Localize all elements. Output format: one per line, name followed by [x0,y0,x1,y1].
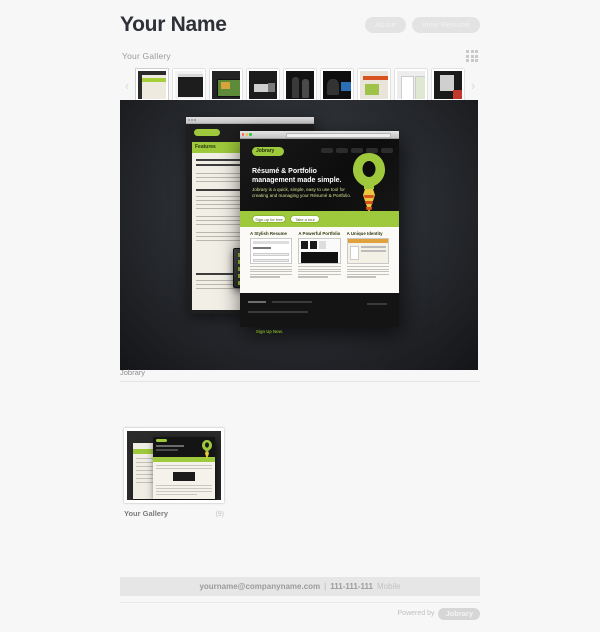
contact-phone: 111-111-111 [330,582,373,591]
mockup-tour-button: Take a tour [290,215,320,223]
column-screenshot [298,238,341,264]
gallery-bar: Your Gallery ‹ › [120,48,480,103]
contact-separator: | [324,582,327,591]
thumbnail-1[interactable] [135,68,169,102]
column-text [298,266,341,278]
column-heading: A Powerful Portfolio [298,231,341,236]
column-text [250,266,293,278]
gallery-card-count: (9) [215,511,224,518]
contact-bar: yourname@companyname.com | 111-111-111 M… [120,577,480,596]
next-arrow-icon[interactable]: › [466,79,480,92]
jobrary-logo [252,147,284,156]
section-divider [120,381,480,382]
column-screenshot [250,238,293,264]
page-header: Your Name About View Resume [120,8,480,42]
prev-arrow-icon[interactable]: ‹ [120,79,134,92]
thumbnail-strip: ‹ › [120,67,480,103]
mockup-front-window: Résumé & Portfolio management made simpl… [240,131,399,334]
gallery-bar-header: Your Gallery [120,48,480,64]
grid-cell [475,50,478,53]
thumbnail-list [134,68,466,102]
column-heading: A Stylish Resume [250,231,287,236]
portfolio-page: Your Name About View Resume Your Gallery… [0,0,600,632]
mockup-column-resume: A Stylish Resume [250,231,293,293]
thumbnail-3[interactable] [210,69,242,101]
page-title: Your Name [120,13,227,36]
gallery-card: Your Gallery (9) [124,428,224,518]
back-window-logo [194,129,220,136]
contact-email[interactable]: yourname@companyname.com [199,582,320,591]
mockup-headline: Résumé & Portfolio management made simpl… [252,168,342,184]
grid-cell [466,50,469,53]
gallery-bar-label: Your Gallery [122,51,171,61]
grid-cell [470,50,474,53]
grid-cell [466,59,469,62]
about-button[interactable]: About [365,17,406,33]
thumbnail-4[interactable] [247,69,279,101]
back-window-chrome [186,117,314,124]
powered-by-label: Powered by [397,610,435,618]
jobrary-mascot-icon [353,153,385,211]
grid-cell [470,54,474,58]
column-screenshot [346,238,389,264]
gallery-card-thumbnail[interactable] [124,428,224,503]
front-window-chrome [240,131,399,139]
address-bar [286,133,391,138]
grid-cell [475,54,478,58]
powered-by: Powered by Jobrary [398,608,480,620]
grid-view-icon[interactable] [466,50,478,62]
mockup-subhead: Jobrary is a quick, simple, easy to use … [252,187,352,198]
contact-phone-type: Mobile [376,582,401,591]
front-window-hero: Résumé & Portfolio management made simpl… [240,139,399,211]
thumbnail-5[interactable] [284,69,316,101]
jobrary-badge[interactable]: Jobrary [438,608,480,620]
thumbnail-7[interactable] [358,69,390,101]
view-resume-button[interactable]: View Resume [411,17,480,33]
mockup-feature-columns: A Stylish Resume A Powerful Portfolio A … [240,231,399,293]
header-nav: About View Resume [365,17,480,33]
hero-image-wrap: Features Jobrary Résumé & Portfolio mana… [120,100,478,370]
mockup-column-identity: A Unique Identity [346,231,389,293]
hero-image[interactable]: Features Jobrary Résumé & Portfolio mana… [120,100,478,370]
thumbnail-2[interactable] [173,69,205,101]
grid-cell [470,59,474,62]
cta-link: Sign Up Now. [256,329,283,334]
card-mascot-icon [202,440,212,459]
thumbnail-6[interactable] [321,69,353,101]
footer-divider [120,602,480,603]
mockup-cta-bar: Sign-up for free Take a tour [240,211,399,227]
gallery-card-title: Your Gallery [124,509,169,518]
gallery-card-meta: Your Gallery (9) [124,509,224,518]
hero-caption: Jobrary [120,368,146,377]
grid-cell [466,54,469,58]
thumbnail-9[interactable] [432,69,464,101]
column-text [346,266,389,278]
mockup-signup-button: Sign-up for free [252,215,286,223]
mockup-footer [240,293,399,327]
grid-cell [475,59,478,62]
thumbnail-8[interactable] [395,69,427,101]
column-heading: A Unique Identity [346,231,383,236]
mockup-column-portfolio: A Powerful Portfolio [298,231,341,293]
